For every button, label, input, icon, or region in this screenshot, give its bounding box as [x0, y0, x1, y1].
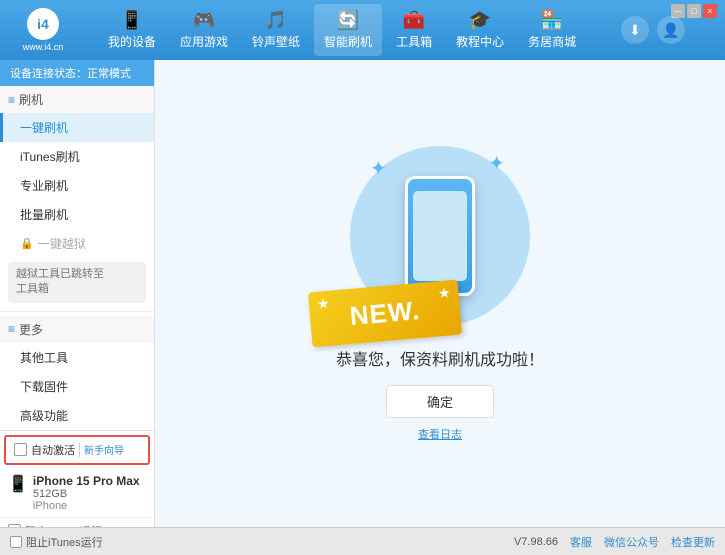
star-right-icon: ★	[437, 284, 451, 302]
sidebar-jailbreak-disabled: 🔒 一键越狱	[0, 229, 154, 258]
my-device-icon: 📱	[121, 10, 143, 31]
auto-activate-label: 自动激活	[31, 442, 75, 458]
content-area: ★ NEW. ★ ✦ ✦ 恭喜您，保资料刷机成功啦！ 确定 查看日志	[155, 60, 725, 527]
download-fw-label: 下载固件	[20, 380, 68, 394]
auto-activate-checkbox[interactable]	[14, 443, 27, 456]
status-itunes-label: 阻止iTunes运行	[26, 534, 103, 550]
device-phone-icon: 📱	[8, 474, 28, 494]
toolbox-icon: 🧰	[403, 10, 425, 31]
smart-flash-icon: 🔄	[337, 10, 359, 31]
notice-text: 越狱工具已跳转至工具箱	[16, 268, 104, 295]
customer-service-link[interactable]: 客服	[570, 534, 592, 550]
flash-section-icon: ≡	[8, 93, 15, 107]
nav-action-buttons: ⬇ 👤	[621, 16, 685, 44]
wechat-link[interactable]: 微信公众号	[604, 534, 659, 550]
phone-device	[405, 176, 475, 296]
more-section-title: ≡ 更多	[0, 316, 154, 343]
nav-ringtone-label: 铃声壁纸	[252, 33, 300, 50]
mode-label: 设备连接状态：正常模式	[10, 65, 131, 81]
nav-my-device-label: 我的设备	[108, 33, 156, 50]
sidebar-download-fw[interactable]: 下载固件	[0, 372, 154, 401]
jailbreak-label: 一键越狱	[38, 235, 86, 252]
device-info: 📱 iPhone 15 Pro Max 512GB iPhone	[0, 469, 154, 517]
nav-toolbox[interactable]: 🧰 工具箱	[386, 4, 442, 56]
flash-section-title: ≡ 刷机	[0, 86, 154, 113]
ringtone-icon: 🎵	[265, 10, 287, 31]
nav-smart-flash-label: 智能刷机	[324, 33, 372, 50]
phone-screen	[413, 191, 467, 281]
sidebar-itunes-flash[interactable]: iTunes刷机	[0, 142, 154, 171]
logo-area: i4 www.i4.cn	[8, 8, 78, 52]
nav-service-label: 务居商城	[528, 33, 576, 50]
divider-vertical	[79, 443, 80, 457]
advanced-label: 高级功能	[20, 409, 68, 423]
nav-apps-games[interactable]: 🎮 应用游戏	[170, 4, 238, 56]
check-update-link[interactable]: 检查更新	[671, 534, 715, 550]
device-name: iPhone 15 Pro Max	[33, 474, 140, 488]
nav-toolbox-label: 工具箱	[396, 33, 432, 50]
logo-url: www.i4.cn	[23, 42, 64, 52]
sidebar-other-tools[interactable]: 其他工具	[0, 343, 154, 372]
version-label: V7.98.66	[514, 536, 558, 548]
view-log-link[interactable]: 查看日志	[418, 426, 462, 442]
sidebar-batch-flash[interactable]: 批量刷机	[0, 200, 154, 229]
auto-activate-row: 自动激活 新手向导	[4, 435, 150, 465]
sidebar-pro-flash[interactable]: 专业刷机	[0, 171, 154, 200]
flash-section-label: 刷机	[19, 91, 43, 108]
sparkle-left-icon: ✦	[370, 156, 387, 181]
apps-games-icon: 🎮	[193, 10, 215, 31]
user-button[interactable]: 👤	[657, 16, 685, 44]
lock-icon: 🔒	[20, 237, 34, 250]
service-icon: 🏪	[541, 10, 563, 31]
sidebar-notice: 越狱工具已跳转至工具箱	[8, 262, 146, 303]
other-tools-label: 其他工具	[20, 351, 68, 365]
more-section-icon: ≡	[8, 322, 15, 336]
batch-flash-label: 批量刷机	[20, 208, 68, 222]
sparkle-right-icon: ✦	[488, 151, 505, 176]
nav-ringtone[interactable]: 🎵 铃声壁纸	[242, 4, 310, 56]
logo-icon: i4	[27, 8, 59, 40]
sidebar-advanced[interactable]: 高级功能	[0, 401, 154, 430]
download-button[interactable]: ⬇	[621, 16, 649, 44]
status-checkbox[interactable]	[10, 536, 22, 548]
itunes-row: 阻止iTunes运行	[0, 517, 154, 527]
status-left: 阻止iTunes运行	[10, 534, 103, 550]
nav-smart-flash[interactable]: 🔄 智能刷机	[314, 4, 382, 56]
nav-my-device[interactable]: 📱 我的设备	[98, 4, 166, 56]
confirm-button[interactable]: 确定	[386, 385, 494, 418]
nav-service[interactable]: 🏪 务居商城	[518, 4, 586, 56]
close-button[interactable]: ×	[703, 4, 717, 18]
pro-flash-label: 专业刷机	[20, 179, 68, 193]
mode-bar: 设备连接状态：正常模式	[0, 60, 154, 86]
more-section-label: 更多	[19, 321, 43, 338]
star-left-icon: ★	[316, 294, 330, 312]
sidebar-one-key-flash[interactable]: 一键刷机	[0, 113, 154, 142]
main-container: 设备连接状态：正常模式 ≡ 刷机 一键刷机 iTunes刷机 专业刷机 批量刷机…	[0, 60, 725, 527]
sidebar-divider-1	[0, 311, 154, 312]
itunes-label: 阻止iTunes运行	[25, 523, 102, 527]
phone-bg-circle: ★ NEW. ★ ✦ ✦	[350, 146, 530, 326]
device-type: iPhone	[33, 500, 140, 512]
tutorial-icon: 🎓	[469, 10, 491, 31]
phone-illustration: ★ NEW. ★ ✦ ✦	[350, 146, 530, 326]
nav-apps-games-label: 应用游戏	[180, 33, 228, 50]
status-right: V7.98.66 客服 微信公众号 检查更新	[514, 534, 715, 550]
device-details: iPhone 15 Pro Max 512GB iPhone	[33, 474, 140, 512]
status-bar: 阻止iTunes运行 V7.98.66 客服 微信公众号 检查更新	[0, 527, 725, 555]
new-banner: ★ NEW. ★	[308, 279, 462, 347]
maximize-button[interactable]: □	[687, 4, 701, 18]
itunes-flash-label: iTunes刷机	[20, 150, 80, 164]
nav-tutorial[interactable]: 🎓 教程中心	[446, 4, 514, 56]
device-storage: 512GB	[33, 488, 140, 500]
device-area: 自动激活 新手向导 📱 iPhone 15 Pro Max 512GB iPho…	[0, 430, 154, 527]
sidebar: 设备连接状态：正常模式 ≡ 刷机 一键刷机 iTunes刷机 专业刷机 批量刷机…	[0, 60, 155, 527]
top-nav-bar: i4 www.i4.cn 📱 我的设备 🎮 应用游戏 🎵 铃声壁纸 🔄 智能刷机…	[0, 0, 725, 60]
nav-tutorial-label: 教程中心	[456, 33, 504, 50]
new-text: NEW.	[349, 294, 422, 331]
one-key-flash-label: 一键刷机	[20, 121, 68, 135]
guide-button[interactable]: 新手向导	[84, 442, 124, 457]
success-message: 恭喜您，保资料刷机成功啦！	[336, 346, 544, 370]
